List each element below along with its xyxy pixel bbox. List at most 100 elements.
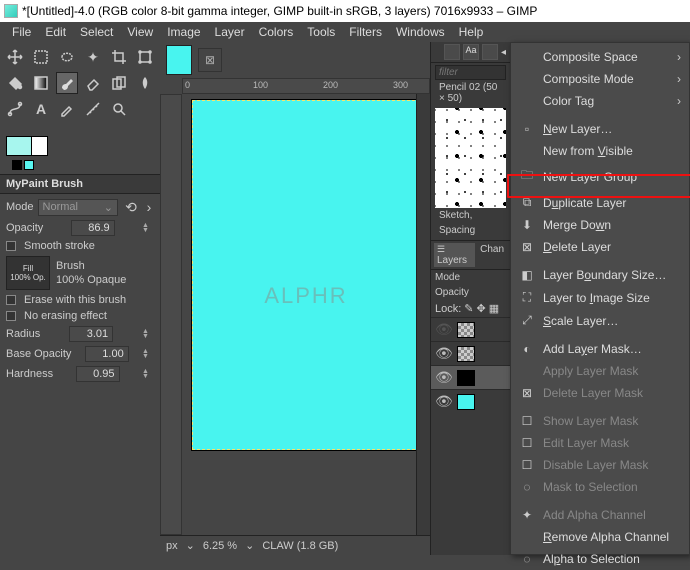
window-title: *[Untitled]-4.0 (RGB color 8-bit gamma i… [22,4,537,18]
menu-layer[interactable]: Layer [209,23,251,41]
baseop-stepper[interactable]: ▲▼ [142,349,154,359]
filter-input[interactable]: filter [435,65,506,80]
baseop-value[interactable]: 1.00 [85,346,129,362]
menu-tools[interactable]: Tools [301,23,341,41]
opacity-stepper[interactable]: ▲▼ [142,223,154,233]
ctx-new-layer[interactable]: ▫New Layer… [511,118,689,140]
tool-picker-icon[interactable] [56,98,78,120]
chevron-icon[interactable]: › [144,198,154,216]
unit-select[interactable]: px [166,540,178,552]
tool-smudge-icon[interactable] [134,72,156,94]
tool-mypaint-brush-icon[interactable] [56,72,78,94]
zoom-select[interactable]: 6.25 % [203,540,237,552]
document-close-icon[interactable]: ⊠ [198,48,222,72]
visibility-icon[interactable]: 👁 [435,345,453,362]
status-info: CLAW (1.8 GB) [262,540,338,552]
ctx-new-from-visible[interactable]: New from Visible [511,140,689,162]
ctx-composite-mode[interactable]: Composite Mode [511,68,689,90]
ctx-duplicate-layer[interactable]: ⧉Duplicate Layer [511,191,689,214]
status-bar: px⌄ 6.25 %⌄ CLAW (1.8 GB) [160,535,430,555]
menu-windows[interactable]: Windows [390,23,451,41]
ctx-color-tag[interactable]: Color Tag [511,90,689,112]
tool-transform-icon[interactable] [134,46,156,68]
tool-measure-icon[interactable] [82,98,104,120]
radius-value[interactable]: 3.01 [69,326,113,342]
ctx-delete-mask: ⊠Delete Layer Mask [511,382,689,404]
hardness-value[interactable]: 0.95 [76,366,120,382]
visibility-icon[interactable]: 👁 [435,369,453,386]
layer-thumb [457,322,475,338]
menu-colors[interactable]: Colors [253,23,300,41]
recent-color-cyan[interactable] [24,160,34,170]
tool-crop-icon[interactable] [108,46,130,68]
ctx-new-layer-group[interactable]: 🗀New Layer Group [511,162,689,191]
lock-alpha-icon[interactable]: ▦ [489,302,499,315]
scrollbar-vertical[interactable] [416,94,430,535]
menu-edit[interactable]: Edit [39,23,72,41]
lock-pixels-icon[interactable]: ✎ [464,302,473,315]
noerase-checkbox[interactable] [6,311,16,321]
layer-row[interactable]: 👁 [431,341,510,365]
radius-stepper[interactable]: ▲▼ [142,329,154,339]
smooth-checkbox[interactable] [6,241,16,251]
tool-gradient-icon[interactable] [30,72,52,94]
page[interactable]: ALPHR [192,100,416,450]
layer-row[interactable]: 👁 [431,389,510,413]
ctx-layer-boundary[interactable]: ◧Layer Boundary Size… [511,264,689,286]
foreground-swatch[interactable] [6,136,32,156]
tool-text-icon[interactable]: A [30,98,52,120]
document-tab[interactable] [166,45,192,75]
ctx-layer-to-image[interactable]: ⛶Layer to Image Size [511,286,689,309]
menu-file[interactable]: File [6,23,37,41]
tab-channels[interactable]: Chan [477,243,507,267]
lock-position-icon[interactable]: ✥ [477,302,486,315]
tab-layers[interactable]: ☰ Layers [434,243,475,267]
tool-eraser-icon[interactable] [82,72,104,94]
menu-filters[interactable]: Filters [343,23,388,41]
ctx-scale-layer[interactable]: ⤢Scale Layer… [511,309,689,332]
menu-image[interactable]: Image [161,23,206,41]
menu-view[interactable]: View [121,23,159,41]
ctx-add-mask[interactable]: ◐Add Layer Mask… [511,338,689,360]
visibility-icon[interactable]: 👁 [435,321,453,338]
watermark: ALPHR [193,283,416,309]
dock-menu-icon[interactable]: ◂ [501,47,506,58]
recent-color-black[interactable] [12,160,22,170]
reset-icon[interactable]: ⟲ [122,198,140,216]
ctx-remove-alpha[interactable]: Remove Alpha Channel [511,526,689,548]
ctx-alpha-to-sel[interactable]: ◌Alpha to Selection [511,548,689,570]
opacity-value[interactable]: 86.9 [71,220,115,236]
ctx-edit-mask: ☐Edit Layer Mask [511,432,689,454]
erase-checkbox[interactable] [6,295,16,305]
brush-thumb[interactable]: Fill 100% Op. [6,256,50,290]
tool-free-select-icon[interactable] [56,46,78,68]
tool-fuzzy-select-icon[interactable]: ✦ [82,46,104,68]
tool-zoom-icon[interactable] [108,98,130,120]
ctx-add-alpha: ✦Add Alpha Channel [511,504,689,526]
layer-row[interactable]: 👁 [431,365,510,389]
brush-grid[interactable] [435,108,506,208]
menu-help[interactable]: Help [453,23,490,41]
menu-select[interactable]: Select [74,23,119,41]
ctx-delete-layer[interactable]: ⊠Delete Layer [511,236,689,258]
tool-rect-select-icon[interactable] [30,46,52,68]
ctx-composite-space[interactable]: Composite Space [511,46,689,68]
visibility-icon[interactable]: 👁 [435,393,453,410]
lock-row: Lock: ✎ ✥ ▦ [431,300,510,317]
dock-icon[interactable] [444,44,460,60]
tool-move-icon[interactable] [4,46,26,68]
tool-bucket-icon[interactable] [4,72,26,94]
dock-icon[interactable] [482,44,498,60]
tool-clone-icon[interactable] [108,72,130,94]
hardness-stepper[interactable]: ▲▼ [142,369,154,379]
ctx-merge-down[interactable]: ⬇Merge Down [511,214,689,236]
layer-row[interactable]: 👁 [431,317,510,341]
menu-bar: File Edit Select View Image Layer Colors… [0,22,690,42]
tool-path-icon[interactable] [4,98,26,120]
dock-icon[interactable]: Aa [463,44,479,60]
layers-list: 👁 👁 👁 👁 [431,317,510,413]
mode-select[interactable]: Normal⌄ [38,199,118,216]
color-swatches[interactable] [0,124,160,160]
noerase-label: No erasing effect [24,310,107,322]
canvas[interactable]: ALPHR [182,94,416,535]
